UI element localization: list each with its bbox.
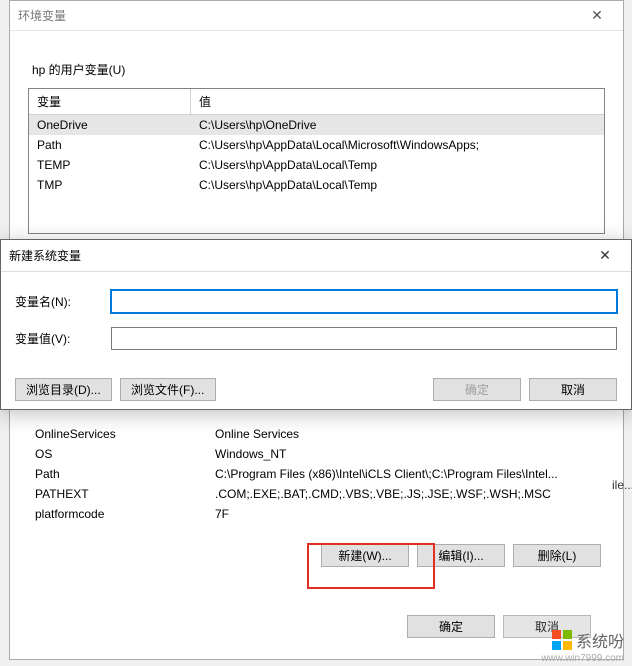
col-header-value[interactable]: 值	[191, 89, 604, 115]
cell-value: C:\Users\hp\OneDrive	[191, 117, 604, 133]
new-title: 新建系统变量	[9, 247, 585, 264]
new-ok-button[interactable]: 确定	[433, 378, 521, 401]
browse-dir-button[interactable]: 浏览目录(D)...	[15, 378, 112, 401]
cell-value: .COM;.EXE;.BAT;.CMD;.VBS;.VBE;.JS;.JSE;.…	[207, 486, 605, 502]
table-row[interactable]: TEMP C:\Users\hp\AppData\Local\Temp	[29, 155, 604, 175]
new-sysvar-dialog: 新建系统变量 ✕ 变量名(N): 变量值(V): 浏览目录(D)... 浏览文件…	[0, 239, 632, 410]
cell-value: C:\Users\hp\AppData\Local\Temp	[191, 157, 604, 173]
var-name-input[interactable]	[111, 290, 617, 313]
cell-name: OnlineServices	[27, 426, 207, 442]
env-ok-button[interactable]: 确定	[407, 615, 495, 638]
col-header-name[interactable]: 变量	[29, 89, 191, 115]
table-row[interactable]: OneDrive C:\Users\hp\OneDrive	[29, 115, 604, 135]
table-header: 变量 值	[29, 89, 604, 115]
table-row[interactable]: platformcode 7F	[27, 504, 605, 524]
cell-name: OS	[27, 446, 207, 462]
system-vars-table[interactable]: OnlineServices Online Services OS Window…	[27, 424, 605, 524]
var-value-label: 变量值(V):	[15, 330, 111, 347]
new-titlebar[interactable]: 新建系统变量 ✕	[1, 240, 631, 272]
env-titlebar[interactable]: 环境变量 ✕	[10, 1, 623, 31]
cell-name: TEMP	[29, 157, 191, 173]
cell-name: Path	[27, 466, 207, 482]
cell-name: OneDrive	[29, 117, 191, 133]
cell-value: C:\Program Files (x86)\Intel\iCLS Client…	[207, 466, 605, 482]
cell-name: platformcode	[27, 506, 207, 522]
cell-value: 7F	[207, 506, 605, 522]
table-row[interactable]: OS Windows_NT	[27, 444, 605, 464]
table-row[interactable]: PATHEXT .COM;.EXE;.BAT;.CMD;.VBS;.VBE;.J…	[27, 484, 605, 504]
system-vars-buttons: 新建(W)... 编辑(I)... 删除(L)	[27, 544, 605, 567]
watermark: 系统吩	[552, 628, 624, 652]
watermark-text: 系统吩	[576, 628, 624, 652]
new-sysvar-button[interactable]: 新建(W)...	[321, 544, 409, 567]
table-row[interactable]: OnlineServices Online Services	[27, 424, 605, 444]
browse-file-button[interactable]: 浏览文件(F)...	[120, 378, 216, 401]
cell-value: Windows_NT	[207, 446, 605, 462]
table-row[interactable]: Path C:\Program Files (x86)\Intel\iCLS C…	[27, 464, 605, 484]
user-vars-label: hp 的用户变量(U)	[32, 61, 601, 78]
watermark-url: www.win7999.com	[541, 653, 624, 664]
delete-sysvar-button[interactable]: 删除(L)	[513, 544, 601, 567]
cell-value: Online Services	[207, 426, 605, 442]
windows-logo-icon	[552, 630, 572, 650]
cell-name: TMP	[29, 177, 191, 193]
cell-value: C:\Users\hp\AppData\Local\Temp	[191, 177, 604, 193]
system-vars-area: OnlineServices Online Services OS Window…	[27, 424, 605, 567]
edge-text-fragment: ile...	[612, 478, 632, 492]
user-vars-table[interactable]: 变量 值 OneDrive C:\Users\hp\OneDrive Path …	[28, 88, 605, 234]
edit-sysvar-button[interactable]: 编辑(I)...	[417, 544, 505, 567]
var-name-label: 变量名(N):	[15, 293, 111, 310]
cell-name: PATHEXT	[27, 486, 207, 502]
cell-value: C:\Users\hp\AppData\Local\Microsoft\Wind…	[191, 137, 604, 153]
new-cancel-button[interactable]: 取消	[529, 378, 617, 401]
cell-name: Path	[29, 137, 191, 153]
close-icon[interactable]: ✕	[585, 247, 625, 264]
env-title: 环境变量	[18, 7, 577, 24]
table-row[interactable]: Path C:\Users\hp\AppData\Local\Microsoft…	[29, 135, 604, 155]
table-row[interactable]: TMP C:\Users\hp\AppData\Local\Temp	[29, 175, 604, 195]
var-value-input[interactable]	[111, 327, 617, 350]
close-icon[interactable]: ✕	[577, 7, 617, 24]
